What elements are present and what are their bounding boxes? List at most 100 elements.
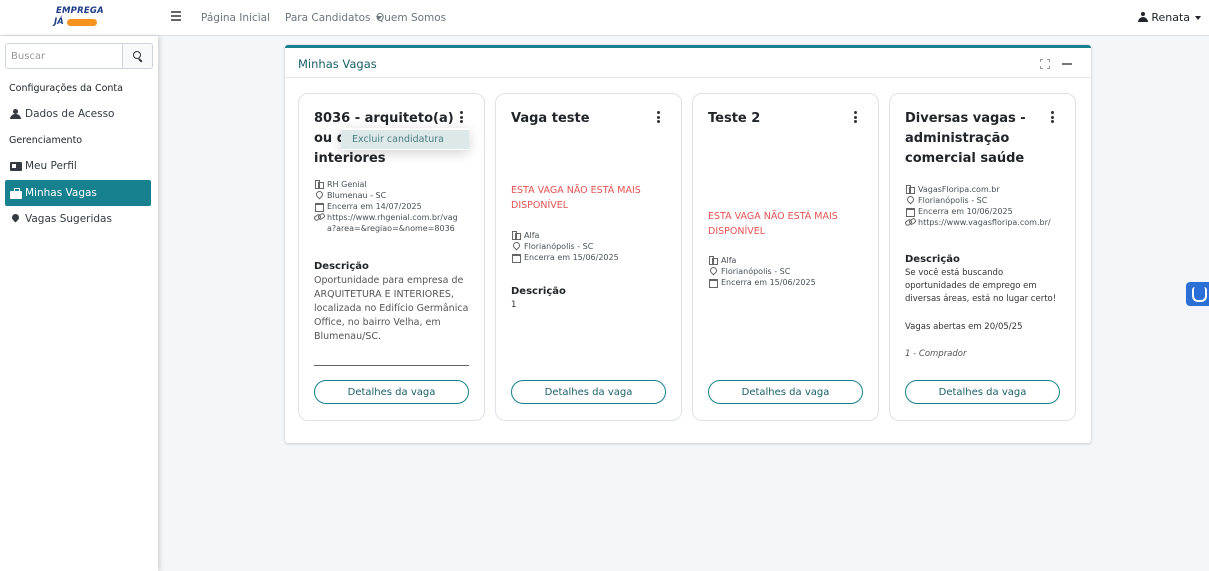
job-link-line: a?area=&regiao=&nome=8036 — [327, 224, 455, 233]
job-card: Teste 2 ESTA VAGA NÃO ESTÁ MAIS DISPONÍV… — [692, 93, 879, 421]
sidebar-item-access[interactable]: Dados de Acesso — [5, 101, 151, 127]
user-name: Renata — [1151, 11, 1190, 24]
job-location: Blumenau - SC — [327, 191, 387, 200]
job-unavailable-notice: ESTA VAGA NÃO ESTÁ MAIS DISPONÍVEL — [511, 185, 641, 211]
job-card: Vaga teste ESTA VAGA NÃO ESTÁ MAIS DISPO… — [495, 93, 682, 421]
sidebar-section-management: Gerenciamento — [9, 135, 83, 146]
job-link[interactable]: https://www.rhgenial.com.br/vag a?area=&r… — [327, 212, 458, 234]
brand-bar — [67, 19, 97, 26]
job-description: Oportunidade para empresa de ARQUITETURA… — [314, 275, 469, 342]
description-label: Descrição — [905, 254, 960, 265]
user-icon — [10, 109, 22, 119]
job-title-line: interiores — [314, 151, 386, 166]
job-title-line: 8036 - arquiteto(a) — [314, 111, 454, 126]
search-icon — [132, 51, 143, 61]
search-button[interactable] — [122, 44, 152, 68]
link-icon — [905, 217, 915, 227]
panel-header: Minhas Vagas — [285, 48, 1091, 78]
search-input[interactable] — [6, 44, 122, 68]
panel-title: Minhas Vagas — [298, 57, 377, 71]
more-options-icon[interactable] — [657, 111, 661, 123]
job-location: Florianópolis - SC — [721, 267, 791, 276]
job-meta: Alfa Florianópolis - SC Encerra em 15/06… — [708, 255, 868, 288]
building-icon — [511, 230, 521, 240]
building-icon — [905, 184, 915, 194]
sidebar-item-suggested[interactable]: Vagas Sugeridas — [5, 206, 151, 232]
job-description-extra: Vagas abertas em 20/05/25 — [905, 322, 1023, 332]
job-unavailable-notice: ESTA VAGA NÃO ESTÁ MAIS DISPONÍVEL — [708, 211, 838, 237]
sidebar-item-my-jobs[interactable]: Minhas Vagas — [5, 180, 151, 206]
job-company: Alfa — [524, 231, 540, 240]
divider — [314, 365, 469, 366]
more-options-icon[interactable] — [854, 111, 858, 123]
sidebar-item-label: Minhas Vagas — [25, 187, 97, 199]
job-location: Florianópolis - SC — [918, 196, 988, 205]
description-label: Descrição — [511, 286, 566, 297]
link-icon — [314, 212, 324, 222]
brand-line2: JÁ — [54, 17, 64, 27]
location-icon — [314, 190, 324, 200]
job-title: Teste 2 — [708, 111, 761, 126]
location-icon — [708, 266, 718, 276]
job-details-button[interactable]: Detalhes da vaga — [905, 380, 1060, 404]
job-end-date: Encerra em 14/07/2025 — [327, 202, 422, 211]
calendar-icon — [905, 206, 915, 217]
sidebar-item-profile[interactable]: Meu Perfil — [5, 153, 151, 179]
job-description: 1 — [511, 300, 517, 310]
more-options-icon[interactable] — [1051, 111, 1055, 123]
description-label: Descrição — [314, 261, 369, 272]
user-icon — [1138, 12, 1149, 22]
chevron-down-icon — [1195, 16, 1201, 20]
nav-candidates-dropdown[interactable]: Para Candidatos — [285, 12, 382, 24]
job-end-date: Encerra em 15/06/2025 — [524, 253, 619, 262]
my-jobs-panel: Minhas Vagas 8036 - arquiteto(a) ou de i… — [285, 45, 1091, 443]
job-description: Se você está buscando oportunidades de e… — [905, 268, 1057, 304]
calendar-icon — [314, 201, 324, 212]
sidebar-item-label: Meu Perfil — [25, 160, 77, 172]
job-company: Alfa — [721, 256, 737, 265]
job-meta: Alfa Florianópolis - SC Encerra em 15/06… — [511, 230, 671, 263]
brand-logo[interactable]: EMPREGA JÁ — [54, 6, 110, 28]
top-navbar: EMPREGA JÁ Página Inicial Para Candidato… — [0, 0, 1209, 36]
job-link-line: https://www.rhgenial.com.br/vag — [327, 213, 458, 222]
sidebar-search — [5, 43, 153, 69]
collapse-icon[interactable] — [1062, 63, 1072, 65]
job-company: VagasFloripa.com.br — [918, 185, 1000, 194]
card-options-menu: Excluir candidatura — [341, 128, 469, 150]
job-end-date: Encerra em 10/06/2025 — [918, 207, 1013, 216]
sidebar-section-account: Configurações da Conta — [9, 83, 123, 94]
job-title: Vaga teste — [511, 111, 590, 126]
brand-line1: EMPREGA — [56, 6, 104, 16]
job-title: Diversas vagas - administração comercial… — [905, 111, 1026, 166]
location-icon — [511, 241, 521, 251]
sidebar: Configurações da Conta Dados de Acesso G… — [0, 36, 158, 571]
job-location: Florianópolis - SC — [524, 242, 594, 251]
expand-icon[interactable] — [1040, 59, 1050, 69]
job-meta: VagasFloripa.com.br Florianópolis - SC E… — [905, 184, 1065, 228]
job-details-button[interactable]: Detalhes da vaga — [511, 380, 666, 404]
menu-toggle-icon[interactable] — [171, 11, 181, 21]
job-company: RH Genial — [327, 180, 367, 189]
nav-about-link[interactable]: Quem Somos — [376, 12, 446, 24]
delete-application-menu-item[interactable]: Excluir candidatura — [341, 130, 469, 149]
nav-home-link[interactable]: Página Inicial — [201, 12, 270, 24]
job-end-date: Encerra em 15/06/2025 — [721, 278, 816, 287]
accessibility-hand-icon[interactable] — [1186, 282, 1209, 306]
sidebar-item-label: Vagas Sugeridas — [25, 213, 112, 225]
nav-candidates-label: Para Candidatos — [285, 12, 371, 24]
calendar-icon — [511, 252, 521, 263]
calendar-icon — [708, 277, 718, 288]
user-menu[interactable]: Renata — [1138, 11, 1201, 24]
job-link[interactable]: https://www.vagasfloripa.com.br/ — [918, 217, 1051, 228]
job-card: Diversas vagas - administração comercial… — [889, 93, 1076, 421]
briefcase-icon — [10, 188, 22, 199]
location-icon — [905, 195, 915, 205]
job-details-button[interactable]: Detalhes da vaga — [314, 380, 469, 404]
job-position-note: 1 - Comprador — [905, 349, 967, 359]
map-pin-icon — [10, 214, 22, 224]
building-icon — [708, 255, 718, 265]
id-card-icon — [10, 161, 22, 171]
more-options-icon[interactable] — [460, 111, 464, 123]
job-details-button[interactable]: Detalhes da vaga — [708, 380, 863, 404]
sidebar-item-label: Dados de Acesso — [25, 108, 115, 120]
